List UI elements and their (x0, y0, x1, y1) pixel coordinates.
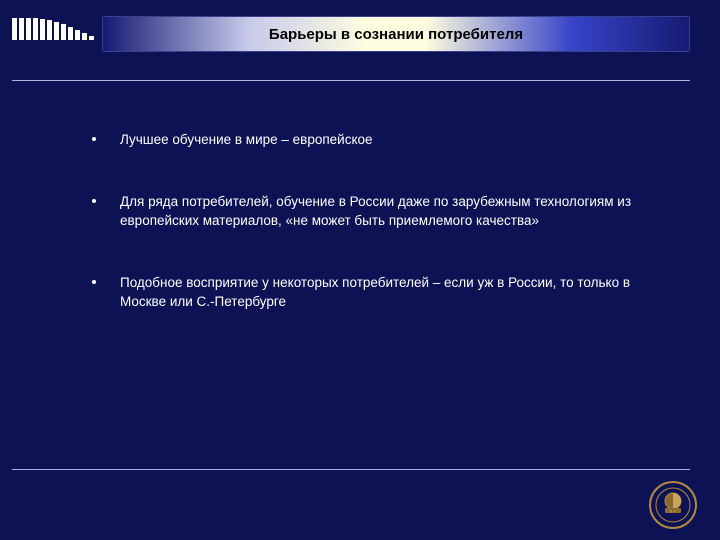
bullet-icon (92, 137, 96, 141)
list-item: Подобное восприятие у некоторых потребит… (120, 273, 660, 312)
divider-bottom (12, 469, 690, 470)
decorative-comb-icon (12, 18, 94, 40)
bullet-text: Лучшее обучение в мире – европейское (120, 130, 373, 150)
slide-header: Барьеры в сознании потребителя (0, 0, 720, 66)
slide-body: Лучшее обучение в мире – европейское Для… (120, 130, 660, 354)
university-seal-icon: Р У (648, 480, 698, 530)
bullet-icon (92, 280, 96, 284)
list-item: Лучшее обучение в мире – европейское (120, 130, 660, 150)
slide-title: Барьеры в сознании потребителя (269, 26, 523, 43)
bullet-icon (92, 199, 96, 203)
bullet-text: Подобное восприятие у некоторых потребит… (120, 273, 660, 312)
divider-top (12, 80, 690, 81)
list-item: Для ряда потребителей, обучение в России… (120, 192, 660, 231)
bullet-text: Для ряда потребителей, обучение в России… (120, 192, 660, 231)
svg-text:Р У: Р У (670, 509, 676, 514)
title-banner: Барьеры в сознании потребителя (102, 16, 690, 52)
